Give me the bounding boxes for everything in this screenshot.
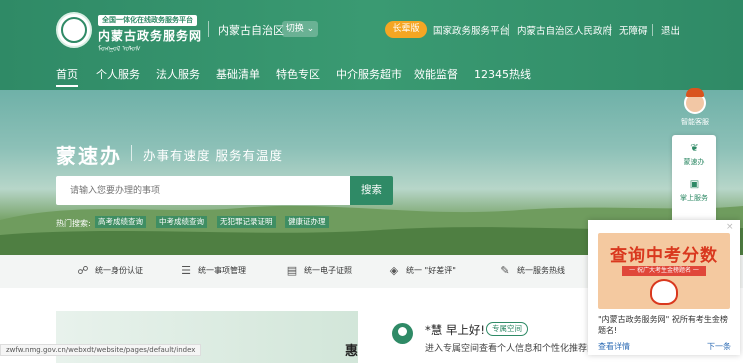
brand-slogan: 办事有速度 服务有温度 [143, 148, 283, 163]
link-accessibility[interactable]: 无障碍 [619, 23, 648, 37]
users-icon: ☍ [77, 264, 89, 277]
popup-ribbon: 一 祝广大考生金榜题名 一 [622, 266, 706, 276]
hot-tag-no-criminal-record[interactable]: 无犯罪记录证明 [217, 216, 276, 228]
side-item-mobile-service[interactable]: 掌上服务 [672, 193, 716, 203]
user-avatar-icon[interactable] [392, 323, 413, 344]
region-switch-button[interactable]: 切换 ⌄ [282, 21, 318, 37]
banner-text: 惠 [345, 344, 359, 359]
id-card-icon: ▤ [286, 264, 298, 277]
popup-image-title: 查询中考分数 [610, 246, 718, 266]
brand-logo: 蒙速办 [56, 144, 122, 168]
service-e-license[interactable]: 统一电子证照 [304, 265, 352, 276]
personal-space-tag[interactable]: 专属空间 [486, 322, 528, 336]
platform-tag: 全国一体化在线政务服务平台 [98, 15, 197, 26]
service-evaluation[interactable]: 统一 "好差评" [406, 265, 456, 276]
hot-tag-gaokao[interactable]: 高考成绩查询 [95, 216, 146, 228]
nav-special-zone[interactable]: 特色专区 [276, 66, 320, 82]
search-box [56, 176, 350, 205]
user-greeting: *慧 早上好! [425, 323, 486, 337]
link-regional-government[interactable]: 内蒙古自治区人民政府 [517, 23, 612, 37]
service-identity-auth[interactable]: 统一身份认证 [95, 265, 143, 276]
popup-details-link[interactable]: 查看详情 [598, 341, 630, 352]
nav-personal-services[interactable]: 个人服务 [96, 66, 140, 82]
nav-hotline[interactable]: 12345热线 [474, 66, 531, 82]
popup-message: "内蒙古政务服务网" 祝所有考生金榜题名! [598, 315, 728, 335]
elder-mode-button[interactable]: 长辈版 [385, 21, 427, 38]
link-divider [652, 24, 653, 36]
nav-corporate-services[interactable]: 法人服务 [156, 66, 200, 82]
government-emblem-icon[interactable] [56, 12, 92, 48]
nav-efficiency-supervision[interactable]: 效能监督 [414, 66, 458, 82]
nav-agency-market[interactable]: 中介服务超市 [336, 66, 402, 82]
popup-image[interactable]: 查询中考分数 一 祝广大考生金榜题名 一 [598, 233, 730, 309]
hot-tag-zhongkao[interactable]: 中考成绩查询 [156, 216, 207, 228]
service-hotline[interactable]: 统一服务热线 [517, 265, 565, 276]
thumb-icon: ◈ [389, 264, 399, 277]
popup-next-link[interactable]: 下一条 [707, 341, 731, 352]
site-title-mongolian: ᠮᠣᠩᠭᠣᠯ ᠤᠯᠤᠰ [98, 45, 141, 53]
status-url: zwfw.nmg.gov.cn/webxdt/website/pages/def… [0, 344, 202, 356]
brand-divider [131, 145, 132, 161]
leaf-icon[interactable]: ❦ [689, 143, 700, 154]
assistant-hat [686, 88, 704, 97]
current-region: 内蒙古自治区 [218, 24, 284, 37]
logout-link[interactable]: 退出 [661, 23, 680, 37]
header-divider [208, 21, 209, 37]
link-national-platform[interactable]: 国家政务服务平台 [433, 23, 509, 37]
phone-icon[interactable]: ▣ [689, 179, 700, 190]
search-button[interactable]: 搜索 [350, 176, 393, 205]
link-divider [610, 24, 611, 36]
hot-tag-health-certificate[interactable]: 健康证办理 [285, 216, 329, 228]
link-divider [508, 24, 509, 36]
edit-icon: ✎ [500, 264, 510, 277]
close-icon[interactable]: × [726, 222, 734, 232]
side-panel: ❦ 蒙速办 ▣ 掌上服务 [672, 135, 716, 225]
nav-active-indicator [56, 85, 78, 87]
side-item-mengsuban[interactable]: 蒙速办 [672, 157, 716, 167]
search-input[interactable] [56, 176, 350, 205]
nav-basic-list[interactable]: 基础清单 [216, 66, 260, 82]
assistant-label[interactable]: 智能客服 [681, 117, 709, 127]
nav-home[interactable]: 首页 [56, 66, 78, 82]
service-item-management[interactable]: 统一事项管理 [198, 265, 246, 276]
personal-space-hint: 进入专属空间查看个人信息和个性化推荐内 [425, 344, 597, 354]
mascot-icon [650, 279, 678, 305]
list-icon: ☰ [181, 264, 191, 277]
hot-search-label: 热门搜索: [56, 219, 91, 228]
